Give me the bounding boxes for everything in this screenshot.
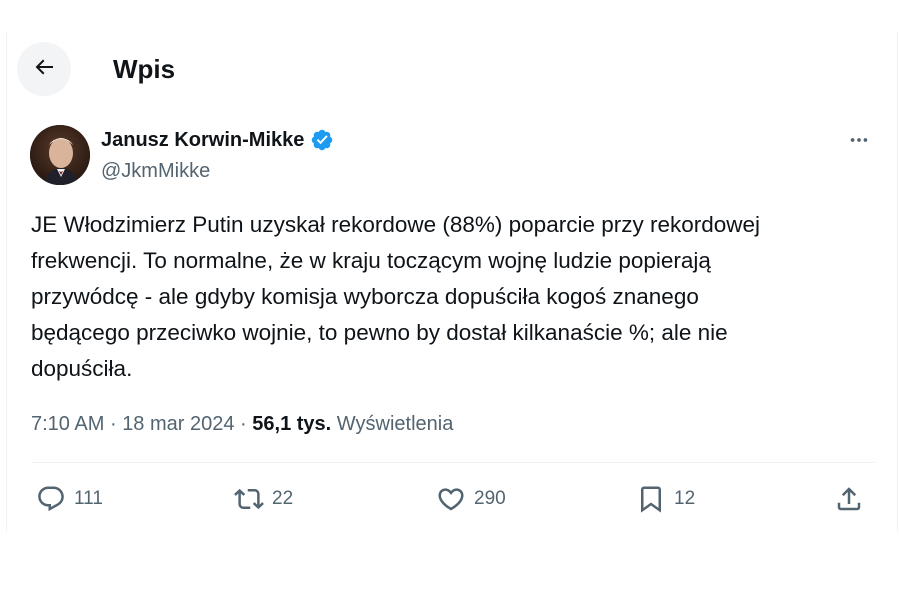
share-button[interactable] <box>834 480 864 518</box>
tweet-meta: 7:10 AM · 18 mar 2024 · 56,1 tys. Wyświe… <box>31 410 453 438</box>
arrow-left-icon <box>32 55 56 84</box>
reply-button[interactable]: 111 <box>36 480 103 518</box>
bookmark-count: 12 <box>674 488 696 509</box>
author-name[interactable]: Janusz Korwin-Mikke <box>101 126 304 154</box>
bookmark-button[interactable]: 12 <box>636 480 695 518</box>
views-label: Wyświetlenia <box>336 413 454 435</box>
like-count: 290 <box>474 488 506 509</box>
reply-icon <box>36 484 66 514</box>
author-handle[interactable]: @JkmMikke <box>101 157 210 185</box>
views-count: 56,1 tys. <box>252 413 332 435</box>
more-options-button[interactable] <box>842 128 876 156</box>
reply-count: 111 <box>74 488 103 509</box>
meta-separator: · <box>109 413 117 435</box>
tweet-text: JE Włodzimierz Putin uzyskał rekordowe (… <box>31 212 761 381</box>
share-icon <box>834 484 864 514</box>
repost-icon <box>234 484 264 514</box>
like-button[interactable]: 290 <box>436 480 506 518</box>
tweet-date[interactable]: 18 mar 2024 <box>122 413 234 435</box>
page-title: Wpis <box>113 54 176 84</box>
verified-badge-icon <box>310 128 334 152</box>
back-button[interactable] <box>17 42 71 96</box>
repost-count: 22 <box>272 488 294 509</box>
author-name-row[interactable]: Janusz Korwin-Mikke <box>101 126 334 154</box>
repost-button[interactable]: 22 <box>234 480 293 518</box>
heart-icon <box>436 484 466 514</box>
avatar[interactable] <box>30 125 90 185</box>
bookmark-icon <box>636 484 666 514</box>
divider <box>31 462 875 463</box>
more-horizontal-icon <box>848 129 870 156</box>
tweet-time[interactable]: 7:10 AM <box>31 413 104 435</box>
meta-separator: · <box>240 413 247 435</box>
